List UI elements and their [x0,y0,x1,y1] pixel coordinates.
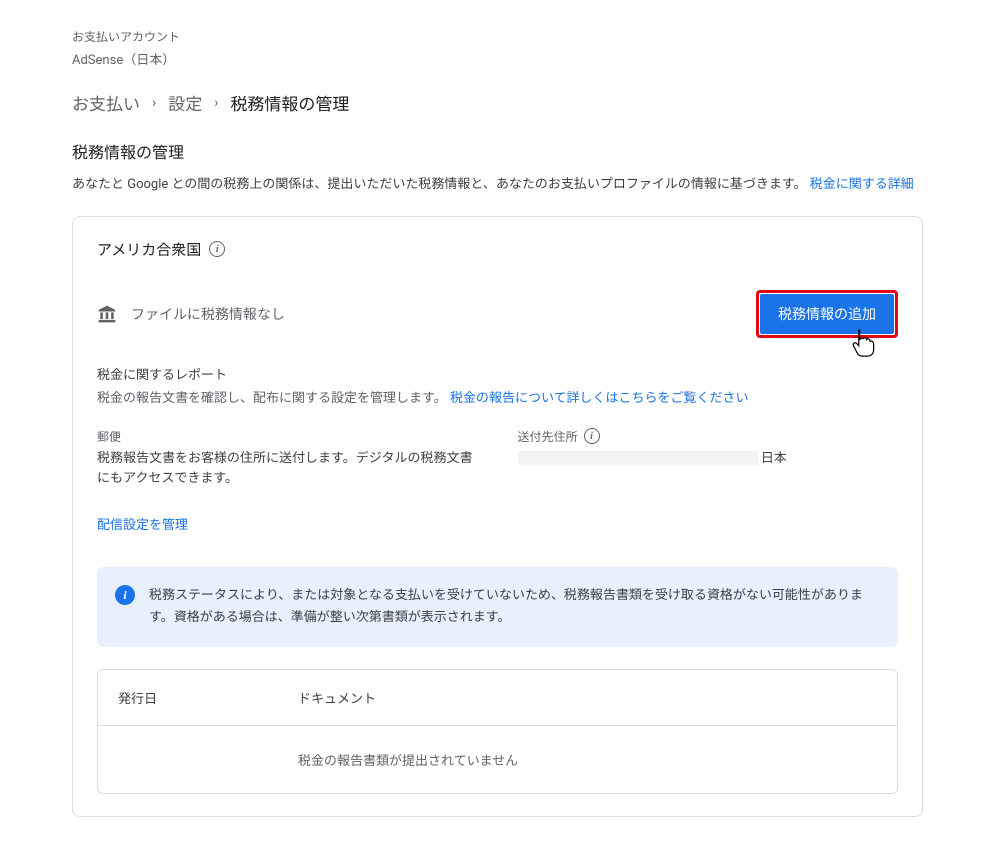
table-empty-message: 税金の報告書類が提出されていません [298,750,877,769]
tax-info-card: アメリカ合衆国 ファイルに税務情報なし 税務情報の追加 税金に関するレポート 税… [72,216,923,818]
chevron-right-icon: › [152,95,156,111]
breadcrumb: お支払い › 設定 › 税務情報の管理 [72,90,923,115]
info-banner: 税務ステータスにより、または対象となる支払いを受けていないため、税務報告書類を受… [97,567,898,647]
documents-table: 発行日 ドキュメント 税金の報告書類が提出されていません [97,669,898,794]
add-tax-info-highlight: 税務情報の追加 [756,290,898,338]
page-title: 税務情報の管理 [72,139,923,163]
address-content: 日本 [518,449,899,470]
manage-delivery-link[interactable]: 配信設定を管理 [97,514,188,533]
account-label: お支払いアカウント [72,28,923,45]
address-redacted [518,451,758,465]
mail-content: 税務報告文書をお客様の住所に送付します。デジタルの税務文書にもアクセスできます。 [97,449,478,491]
info-icon[interactable] [209,241,225,257]
address-label: 送付先住所 [518,428,899,445]
country-label: アメリカ合衆国 [97,239,201,260]
breadcrumb-tax-info: 税務情報の管理 [230,90,349,115]
report-description: 税金の報告文書を確認し、配布に関する設定を管理します。 税金の報告について詳しく… [97,389,898,410]
table-header-document: ドキュメント [298,688,458,707]
report-label: 税金に関するレポート [97,364,898,383]
info-icon[interactable] [584,428,600,444]
bank-icon [97,304,117,324]
mail-label: 郵便 [97,428,478,445]
breadcrumb-payments[interactable]: お支払い [72,90,140,115]
info-icon [115,585,135,605]
status-text: ファイルに税務情報なし [131,304,285,324]
add-tax-info-button[interactable]: 税務情報の追加 [760,294,894,334]
info-banner-text: 税務ステータスにより、または対象となる支払いを受けていないため、税務報告書類を受… [149,585,880,629]
tax-details-link[interactable]: 税金に関する詳細 [810,177,914,192]
breadcrumb-settings[interactable]: 設定 [168,90,202,115]
table-header-date: 発行日 [118,688,298,707]
account-name: AdSense（日本） [72,49,923,68]
report-details-link[interactable]: 税金の報告について詳しくはこちらをご覧ください [450,391,749,406]
chevron-right-icon: › [214,95,218,111]
page-description: あなたと Google との間の税務上の関係は、提出いただいた税務情報と、あなた… [72,175,923,196]
